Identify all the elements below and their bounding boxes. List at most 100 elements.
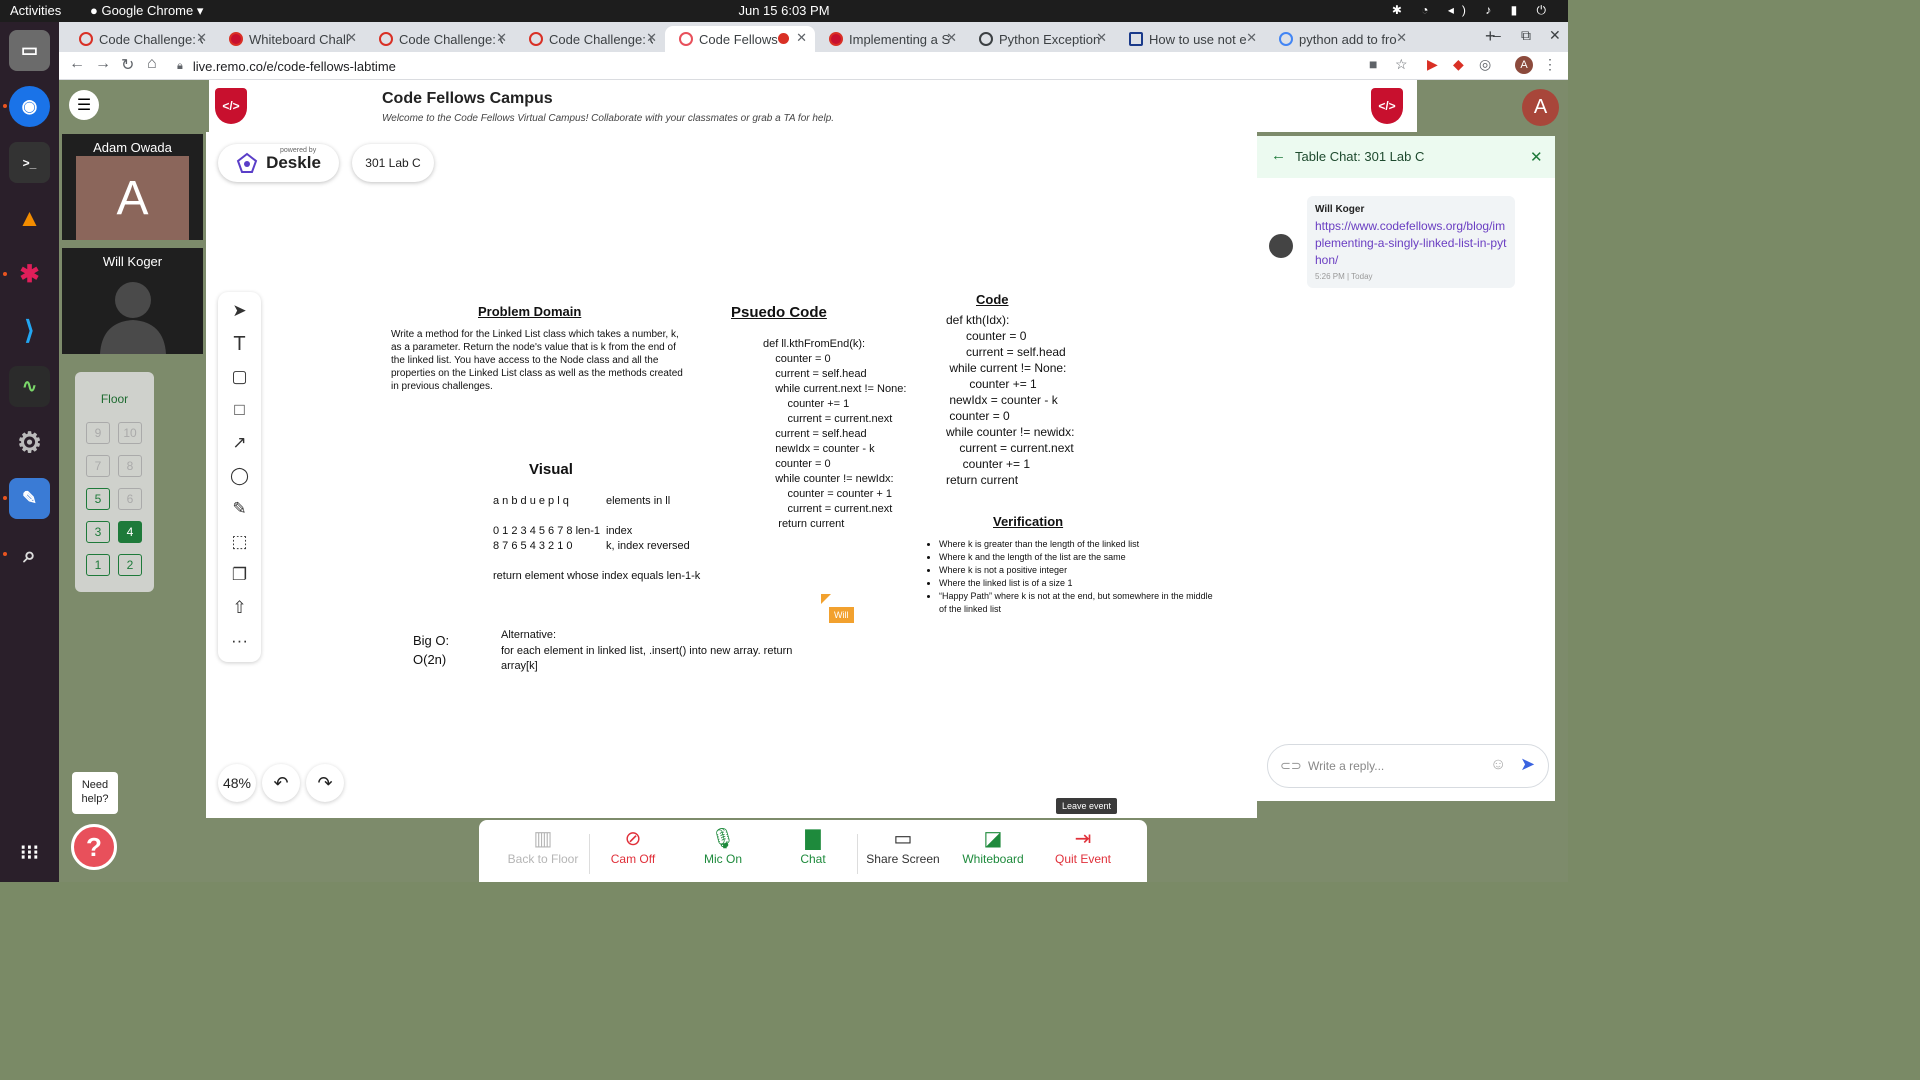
browser-tab[interactable]: Implementing a S ✕ (815, 26, 965, 52)
browser-tab[interactable]: Whiteboard Chall ✕ (215, 26, 365, 52)
lasso-select-icon[interactable]: ⬚ (218, 527, 261, 557)
rectangle-icon[interactable]: □ (218, 395, 261, 425)
back-to-floor-button[interactable]: ▥ Back to Floor (499, 826, 587, 878)
activities-button[interactable]: Activities (10, 3, 61, 18)
code-line: counter += 1 (946, 457, 1031, 471)
browser-tab[interactable]: Python Exception ✕ (965, 26, 1115, 52)
close-icon[interactable]: ✕ (496, 30, 507, 46)
floor-button[interactable]: 10 (118, 422, 142, 444)
floor-button[interactable]: 5 (86, 488, 110, 510)
profile-avatar[interactable]: A (1515, 56, 1533, 74)
extension-icon[interactable]: ▶ (1427, 56, 1438, 73)
browser-tab-active[interactable]: Code Fellows ✕ (665, 26, 815, 52)
chat-button[interactable]: ▇ Chat (769, 826, 857, 878)
settings-icon[interactable]: ⚙ (9, 422, 50, 463)
code-line: counter = 0 (946, 329, 1027, 343)
floor-button[interactable]: 6 (118, 488, 142, 510)
floor-button[interactable]: 7 (86, 455, 110, 477)
vscode-icon[interactable]: ⟩ (9, 310, 50, 351)
close-icon[interactable]: ✕ (346, 30, 357, 46)
send-icon[interactable]: ➤ (1520, 754, 1535, 775)
monitor-icon: ▭ (893, 828, 913, 850)
text-editor-icon[interactable]: ✎ (9, 478, 50, 519)
deskle-badge[interactable]: powered by Deskle (218, 144, 339, 182)
close-icon[interactable]: ✕ (1530, 148, 1543, 166)
extension-icon[interactable]: ◆ (1453, 56, 1464, 73)
pen-icon[interactable]: ✎ (218, 494, 261, 524)
reload-icon[interactable]: ↻ (121, 55, 134, 75)
layers-icon[interactable]: ❐ (218, 560, 261, 590)
more-icon[interactable]: ··· (218, 626, 261, 656)
close-icon[interactable]: ✕ (796, 30, 807, 46)
text-tool-icon[interactable]: T (218, 329, 261, 359)
app-menu[interactable]: ● Google Chrome ▾ (90, 3, 203, 19)
browser-tab[interactable]: python add to fro ✕ (1265, 26, 1415, 52)
browser-tab[interactable]: Code Challenge: C ✕ (65, 26, 215, 52)
quit-event-button[interactable]: ⇥ Quit Event (1039, 826, 1127, 878)
back-arrow-icon[interactable]: ← (1271, 147, 1286, 164)
close-icon[interactable]: ✕ (1096, 30, 1107, 46)
video-tile[interactable]: Will Koger (62, 248, 203, 354)
browser-tab[interactable]: Code Challenge: C ✕ (365, 26, 515, 52)
redo-icon[interactable]: ↷ (306, 764, 344, 802)
user-silhouette-icon (100, 282, 166, 354)
floor-button[interactable]: 8 (118, 455, 142, 477)
slack-icon[interactable]: ✱ (9, 254, 50, 295)
floor-button[interactable]: 3 (86, 521, 110, 543)
comment-icon[interactable]: ◯ (218, 461, 261, 491)
share-screen-button[interactable]: ▭ Share Screen (859, 826, 947, 878)
show-applications-icon[interactable]: ⁝⁝⁝ (9, 832, 50, 873)
close-icon[interactable]: ✕ (946, 30, 957, 46)
floor-button[interactable]: 1 (86, 554, 110, 576)
maximize-icon[interactable]: ⧉ (1521, 27, 1531, 44)
help-button[interactable]: ? (71, 824, 117, 870)
message-link[interactable]: https://www.codefellows.org/blog/impleme… (1315, 218, 1507, 269)
bookmark-star-icon[interactable]: ☆ (1395, 56, 1408, 73)
mic-on-button[interactable]: 🎙︎ Mic On (679, 826, 767, 878)
undo-icon[interactable]: ↶ (262, 764, 300, 802)
clock[interactable]: Jun 15 6:03 PM (0, 3, 1568, 18)
problem-domain-text: Write a method for the Linked List class… (391, 329, 683, 392)
chrome-icon[interactable]: ◉ (9, 86, 50, 127)
close-icon[interactable]: ✕ (196, 30, 207, 46)
minimize-icon[interactable]: – (1493, 27, 1501, 43)
back-icon[interactable]: ← (69, 55, 85, 73)
attach-icon[interactable]: ⊂⊃ (1280, 758, 1302, 774)
floor-button-current[interactable]: 4 (118, 521, 142, 543)
files-icon[interactable]: ▭ (9, 30, 50, 71)
menu-icon[interactable]: ⋮ (1543, 56, 1557, 73)
user-avatar[interactable]: A (1522, 89, 1559, 126)
close-window-icon[interactable]: ✕ (1549, 27, 1561, 44)
browser-tab[interactable]: How to use not e ✕ (1115, 26, 1265, 52)
emoji-icon[interactable]: ☺ (1490, 756, 1506, 774)
address-bar[interactable]: 🔒︎ live.remo.co/e/code-fellows-labtime (177, 54, 1417, 78)
hamburger-menu-icon[interactable]: ☰ (69, 90, 99, 120)
system-tray[interactable]: ✱ ◔ ◂) ♪ ▮ ⏻ (1392, 3, 1554, 18)
zoom-level[interactable]: 48% (218, 764, 256, 802)
close-icon[interactable]: ✕ (1246, 30, 1257, 46)
terminal-icon[interactable]: >_ (9, 142, 50, 183)
floor-button[interactable]: 2 (118, 554, 142, 576)
sticky-note-icon[interactable]: ▢ (218, 362, 261, 392)
upload-icon[interactable]: ⇧ (218, 593, 261, 623)
room-name[interactable]: 301 Lab C (352, 144, 434, 182)
vlc-icon[interactable]: ▲ (9, 198, 50, 239)
reply-input[interactable] (1308, 754, 1488, 778)
floor-button[interactable]: 9 (86, 422, 110, 444)
close-icon[interactable]: ✕ (1396, 30, 1407, 46)
select-cursor-icon[interactable]: ➤ (218, 296, 261, 326)
arrow-icon[interactable]: ↗ (218, 428, 261, 458)
cam-off-button[interactable]: ⊘ Cam Off (589, 826, 677, 878)
browser-tab[interactable]: Code Challenge: C ✕ (515, 26, 665, 52)
forward-icon[interactable]: → (95, 55, 111, 73)
whiteboard-canvas[interactable]: powered by Deskle 301 Lab C ➤ T ▢ □ ↗ ◯ … (206, 132, 1257, 818)
close-icon[interactable]: ✕ (646, 30, 657, 46)
home-icon[interactable]: ⌂ (147, 55, 157, 73)
camera-icon[interactable]: ■ (1369, 56, 1377, 72)
video-tile[interactable]: Adam Owada A (62, 134, 203, 240)
whiteboard-button[interactable]: ◪ Whiteboard (949, 826, 1037, 878)
extension-icon[interactable]: ◎ (1479, 56, 1491, 73)
screenshot-icon[interactable]: ⌕ (9, 534, 50, 575)
list-item: Where k and the length of the list are t… (939, 551, 1219, 564)
system-monitor-icon[interactable]: ∿ (9, 366, 50, 407)
